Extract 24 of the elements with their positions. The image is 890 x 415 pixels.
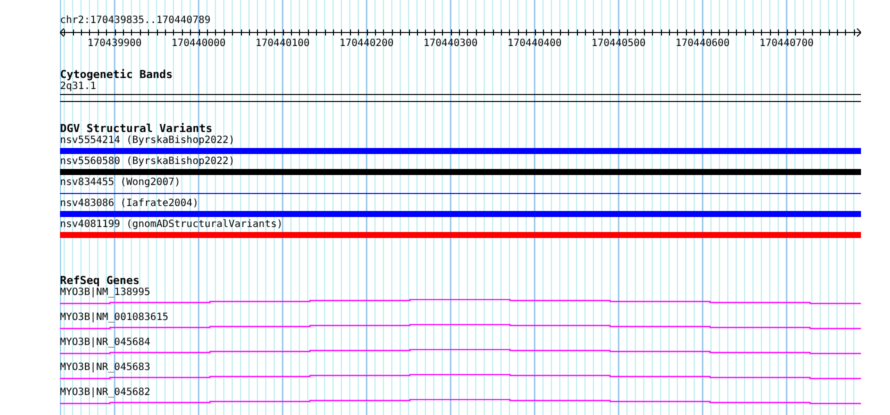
ruler-label: 170440600 (676, 38, 730, 50)
ruler-label: 170440200 (340, 38, 394, 50)
gene-label: MYO3B|NM_001083615 (60, 312, 168, 324)
variant-label: nsv4081199 (gnomADStructuralVariants) (60, 219, 283, 231)
ruler-label: 170440500 (592, 38, 646, 50)
track-title: RefSeq Genes (60, 275, 140, 287)
variant-label: nsv5554214 (ByrskaBishop2022) (60, 135, 235, 147)
band-label: 2q31.1 (60, 81, 96, 93)
ruler-label: 170440100 (256, 38, 310, 50)
ruler-label: 170439900 (88, 38, 142, 50)
track-title: DGV Structural Variants (60, 123, 212, 135)
ruler-label: 170440300 (424, 38, 478, 50)
ruler-label: 170440400 (508, 38, 562, 50)
variant-label: nsv834455 (Wong2007) (60, 177, 180, 189)
gene-label: MYO3B|NR_045684 (60, 337, 150, 349)
ruler-label: 170440000 (172, 38, 226, 50)
ruler-label: 170440700 (760, 38, 814, 50)
location-label: chr2:170439835..170440789 (60, 15, 211, 27)
gene-label: MYO3B|NR_045682 (60, 387, 150, 399)
gene-label: MYO3B|NM_138995 (60, 287, 150, 299)
variant-label: nsv483086 (Iafrate2004) (60, 198, 198, 210)
variant-label: nsv5560580 (ByrskaBishop2022) (60, 156, 235, 168)
track-title: Cytogenetic Bands (60, 69, 173, 81)
gene-label: MYO3B|NR_045683 (60, 362, 150, 374)
